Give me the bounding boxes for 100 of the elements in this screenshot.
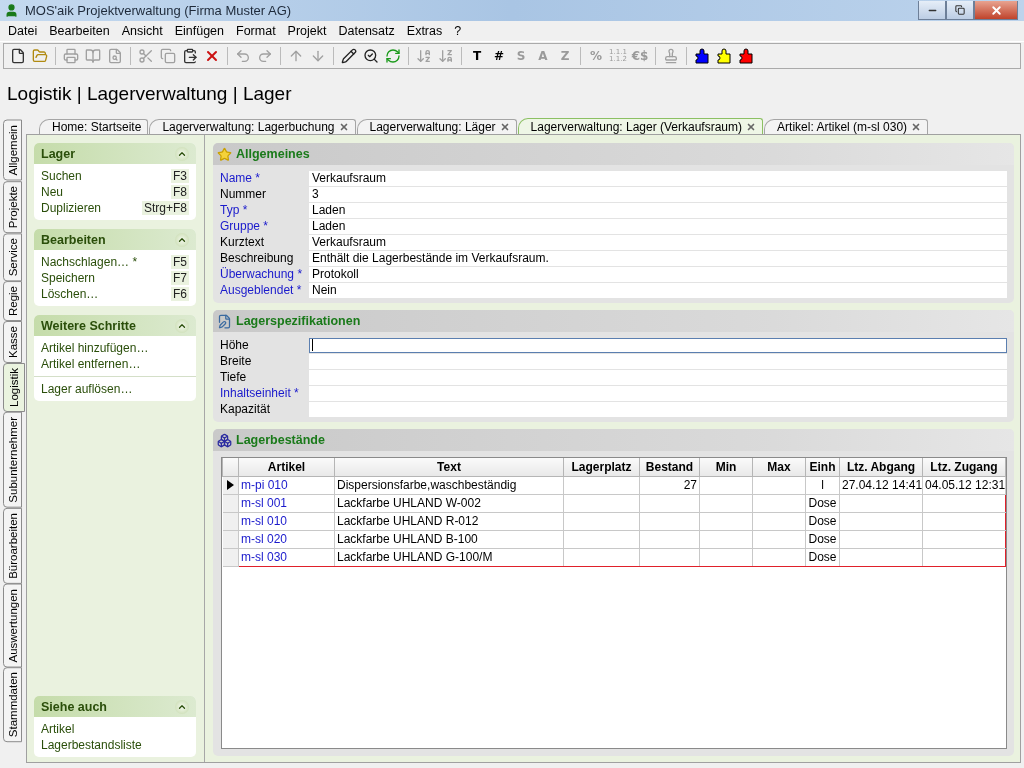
table-cell: m-sl 030 (238, 548, 335, 566)
input-field[interactable] (309, 337, 1007, 353)
close-icon (911, 122, 922, 132)
star-icon (217, 146, 232, 162)
column-header[interactable]: Max (752, 458, 806, 476)
side-tab[interactable]: Regie (3, 281, 22, 322)
task-link[interactable]: Nachschlagen… * (41, 255, 138, 269)
pencil-icon (341, 48, 357, 64)
collapse-button[interactable] (175, 318, 189, 333)
table-cell: l (805, 476, 840, 494)
field-label: Kapazität (220, 402, 272, 416)
section-title: Allgemeines (236, 147, 310, 161)
menu-item[interactable]: ? (448, 24, 468, 38)
input-field[interactable]: Verkaufsraum (309, 170, 1007, 186)
field-label: Beschreibung (220, 251, 295, 265)
input-field[interactable]: Enthält die Lagerbestände im Verkaufsraum. (309, 250, 1007, 266)
panel-title: Bearbeiten (41, 232, 106, 247)
side-tab[interactable]: Kasse (3, 321, 22, 364)
menu-item[interactable]: Projekt (281, 24, 333, 38)
side-tab[interactable]: Auswertungen (3, 583, 22, 668)
field-label: Gruppe * (220, 219, 270, 233)
task-link[interactable]: Suchen (41, 169, 82, 183)
restore-button[interactable] (946, 1, 974, 20)
collapse-button[interactable] (175, 699, 189, 714)
shortcut-key: F7 (171, 271, 189, 285)
input-field[interactable]: Laden (309, 218, 1007, 234)
column-header[interactable]: Einh (805, 458, 840, 476)
side-tab[interactable]: Büroarbeiten (3, 507, 22, 584)
input-field[interactable]: 3 (309, 186, 1007, 202)
close-icon (338, 122, 349, 132)
task-link[interactable]: Lagerbestandsliste (41, 738, 142, 752)
toolbar-button[interactable]: T (466, 45, 488, 67)
menu-item[interactable]: Datei (2, 24, 44, 38)
current-row-icon (226, 480, 234, 490)
table-cell: Lackfarbe UHLAND W-002 (334, 494, 564, 512)
task-link[interactable]: Löschen… (41, 287, 99, 301)
column-header[interactable]: Text (334, 458, 564, 476)
minimize-button[interactable] (918, 1, 946, 20)
column-header[interactable]: Bestand (639, 458, 700, 476)
stamp-icon (663, 48, 679, 64)
column-header[interactable]: Ltz. Abgang (839, 458, 923, 476)
menu-item[interactable]: Extras (400, 24, 449, 38)
menu-item[interactable]: Datensatz (332, 24, 401, 38)
column-header[interactable]: Artikel (238, 458, 335, 476)
table-cell: 04.05.12 12:31 (922, 476, 1006, 494)
field-label: Kurztext (220, 235, 265, 249)
restore-icon (955, 5, 965, 15)
printer-icon (63, 48, 79, 64)
field-label: Überwachung * (220, 267, 304, 281)
side-tab[interactable]: Allgemein (3, 120, 22, 181)
menu-item[interactable]: Einfügen (168, 24, 230, 38)
toolbar-button[interactable]: # (488, 45, 510, 67)
field-label: Tiefe (220, 370, 248, 384)
input-field[interactable]: Verkaufsraum (309, 234, 1007, 250)
panel-title: Siehe auch (41, 699, 107, 714)
task-link[interactable]: Duplizieren (41, 201, 102, 215)
task-link[interactable]: Artikel hinzufügen… (41, 341, 149, 355)
task-link[interactable]: Artikel (41, 722, 75, 736)
table-cell: Lackfarbe UHLAND B-100 (334, 530, 564, 548)
side-tab[interactable]: Service (3, 232, 22, 282)
column-header[interactable]: Lagerplatz (563, 458, 640, 476)
input-field[interactable]: Protokoll (309, 266, 1007, 282)
menu-item[interactable]: Format (230, 24, 282, 38)
side-tab[interactable]: Stammdaten (3, 667, 22, 743)
close-icon (746, 121, 757, 132)
task-link[interactable]: Artikel entfernen… (41, 357, 141, 371)
task-link[interactable]: Speichern (41, 271, 96, 285)
clipboard-icon (182, 48, 198, 64)
shortcut-key: F8 (171, 185, 189, 199)
input-field[interactable]: Nein (309, 282, 1007, 298)
document-tab[interactable]: Home: Startseite (39, 119, 149, 134)
document-tab[interactable]: Lagerverwaltung: Lager (Verkaufsraum) (517, 118, 764, 134)
input-field[interactable]: Laden (309, 202, 1007, 218)
collapse-button[interactable] (175, 232, 189, 247)
task-link[interactable]: Lager auflösen… (41, 382, 133, 396)
table-cell: m-sl 020 (238, 530, 335, 548)
side-tab[interactable]: Subunternehmer (3, 412, 22, 508)
document-tab[interactable]: Artikel: Artikel (m-sl 030) (764, 119, 929, 134)
table-cell: Dose (805, 548, 840, 566)
document-tab[interactable]: Lagerverwaltung: Läger (356, 119, 517, 134)
column-header[interactable]: Ltz. Zugang (922, 458, 1006, 476)
section-title: Lagerbestände (236, 433, 325, 447)
shortcut-key: F3 (171, 169, 189, 183)
boxes-icon (217, 432, 232, 448)
shortcut-key: Strg+F8 (141, 201, 189, 215)
field-label: Breite (220, 354, 253, 368)
collapse-button[interactable] (175, 146, 189, 161)
search-icon (363, 48, 379, 64)
close-button[interactable] (974, 1, 1018, 20)
column-header[interactable]: Min (699, 458, 753, 476)
task-link[interactable]: Neu (41, 185, 63, 199)
table-cell: m-pi 010 (238, 476, 335, 494)
breadcrumb: Logistik | Lagerverwaltung | Lager (6, 81, 293, 106)
side-tab[interactable]: Projekte (3, 180, 22, 233)
menu-item[interactable]: Bearbeiten (43, 24, 116, 38)
field-label: Inhaltseinheit * (220, 386, 300, 400)
menu-item[interactable]: Ansicht (115, 24, 169, 38)
table-cell: m-sl 010 (238, 512, 335, 530)
document-tab[interactable]: Lagerverwaltung: Lagerbuchung (149, 119, 356, 134)
side-tab[interactable]: Logistik (3, 363, 25, 413)
